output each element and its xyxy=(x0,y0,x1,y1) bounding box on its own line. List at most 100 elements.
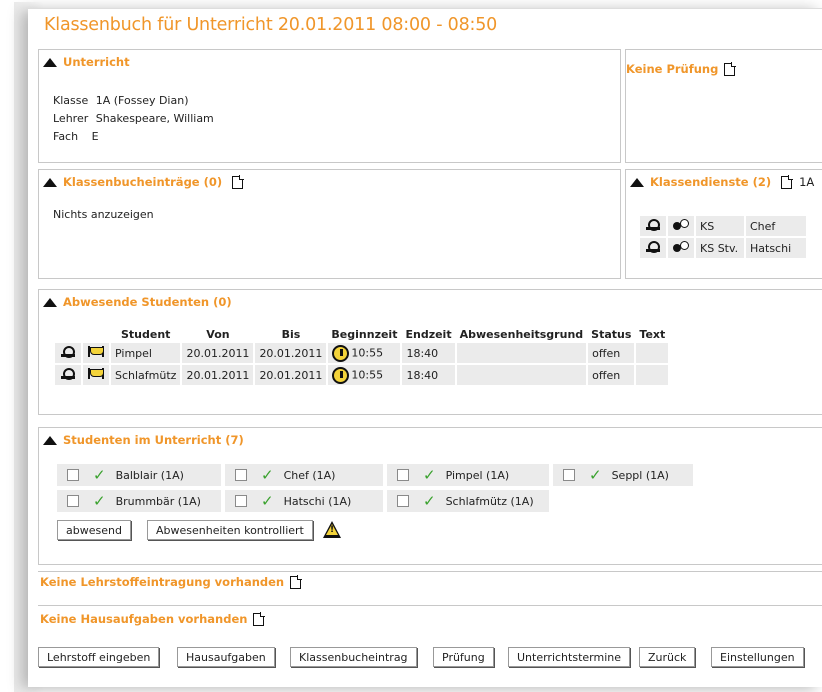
new-document-icon[interactable] xyxy=(290,575,302,589)
student-label: Brummbär (1A) xyxy=(115,494,201,508)
col-bis: Bis xyxy=(281,328,301,341)
fach-row: Fach E xyxy=(53,130,99,143)
col-beginnzeit: Beginnzeit xyxy=(331,328,398,341)
flag-cell[interactable] xyxy=(83,365,109,385)
hausaufgaben-button[interactable]: Hausaufgaben xyxy=(177,647,275,667)
pruefung-header: Keine Prüfung xyxy=(626,62,736,76)
student-label: Balblair (1A) xyxy=(115,468,184,482)
view-cell[interactable] xyxy=(640,238,666,258)
end-time: 18:40 xyxy=(402,365,455,385)
check-icon: ✓ xyxy=(589,466,602,484)
end-time: 18:40 xyxy=(402,343,455,363)
view-cell[interactable] xyxy=(55,343,81,363)
check-icon: ✓ xyxy=(93,492,106,510)
klassendienste-header[interactable]: Klassendienste (2) 1A xyxy=(630,175,814,189)
student-checkbox[interactable] xyxy=(67,469,79,481)
fach-label: Fach xyxy=(53,130,79,143)
new-document-icon[interactable] xyxy=(781,175,793,189)
student-label: Chef (1A) xyxy=(283,468,336,482)
student-checkbox-item[interactable]: ✓ Brummbär (1A) xyxy=(57,490,221,512)
dienst-code: KS Stv. xyxy=(696,238,744,258)
view-cell[interactable] xyxy=(55,365,81,385)
view-icon[interactable] xyxy=(61,345,75,358)
collapse-triangle-icon[interactable] xyxy=(630,177,644,187)
klassenbucheintraege-heading: Klassenbucheinträge (0) xyxy=(63,175,223,189)
einstellungen-button[interactable]: Einstellungen xyxy=(711,647,804,667)
text xyxy=(636,343,669,363)
student-checkbox[interactable] xyxy=(235,495,247,507)
view-icon[interactable] xyxy=(61,367,75,380)
clock-icon xyxy=(332,366,350,384)
abwesende-table: Student Von Bis Beginnzeit Endzeit Abwes… xyxy=(53,326,670,387)
key-cell xyxy=(668,238,694,258)
student-checkbox[interactable] xyxy=(397,495,409,507)
student-label: Pimpel (1A) xyxy=(445,468,510,482)
abwesenheiten-kontrolliert-button[interactable]: Abwesenheiten kontrolliert xyxy=(147,520,313,540)
check-icon: ✓ xyxy=(261,466,274,484)
check-icon: ✓ xyxy=(423,492,436,510)
pruefung-heading: Keine Prüfung xyxy=(626,62,719,76)
student-checkbox-item[interactable]: ✓ Schlafmütz (1A) xyxy=(387,490,549,512)
flag-icon[interactable] xyxy=(88,346,104,357)
abwesende-header[interactable]: Abwesende Studenten (0) xyxy=(43,295,232,309)
studenten-header[interactable]: Studenten im Unterricht (7) xyxy=(43,433,244,447)
beginn-time: 10:55 xyxy=(351,368,384,381)
abwesende-panel: Abwesende Studenten (0) Student Von Bis … xyxy=(38,289,822,415)
klassenbucheintraege-header[interactable]: Klassenbucheinträge (0) xyxy=(43,175,244,189)
student-checkbox-item[interactable]: ✓ Chef (1A) xyxy=(225,464,383,486)
studenten-heading: Studenten im Unterricht (7) xyxy=(63,433,244,447)
clock-icon xyxy=(332,344,350,362)
new-document-icon[interactable] xyxy=(253,612,265,626)
student-checkbox-item[interactable]: ✓ Seppl (1A) xyxy=(553,464,693,486)
fach-value: E xyxy=(91,130,99,143)
unterricht-header[interactable]: Unterricht xyxy=(43,55,130,69)
dienst-role: Hatschi xyxy=(746,238,806,258)
zurueck-button[interactable]: Zurück xyxy=(639,647,696,667)
unterricht-heading: Unterricht xyxy=(63,55,130,69)
text xyxy=(636,365,669,385)
dienst-code: KS xyxy=(696,216,744,236)
hausaufgaben-text: Keine Hausaufgaben vorhanden xyxy=(40,612,248,626)
lehrer-value: Shakespeare, William xyxy=(95,112,214,125)
collapse-triangle-icon[interactable] xyxy=(43,57,57,67)
warning-icon xyxy=(323,521,341,538)
student-checkbox-item[interactable]: ✓ Balblair (1A) xyxy=(57,464,221,486)
student-checkbox-item[interactable]: ✓ Pimpel (1A) xyxy=(387,464,549,486)
col-von: Von xyxy=(206,328,230,341)
lehrer-label: Lehrer xyxy=(53,112,89,125)
col-student: Student xyxy=(121,328,171,341)
page-title: Klassenbuch für Unterricht 20.01.2011 08… xyxy=(44,15,498,35)
klasse-value: 1A (Fossey Dian) xyxy=(95,94,189,107)
student-name: Pimpel xyxy=(111,343,181,363)
abwesend-button[interactable]: abwesend xyxy=(57,520,131,540)
abwesende-heading: Abwesende Studenten (0) xyxy=(63,295,232,309)
col-endzeit: Endzeit xyxy=(405,328,452,341)
unterrichtstermine-button[interactable]: Unterrichtstermine xyxy=(508,647,630,667)
student-checkbox[interactable] xyxy=(67,495,79,507)
view-icon[interactable] xyxy=(646,218,660,231)
klassenbucheintraege-panel: Klassenbucheinträge (0) Nichts anzuzeige… xyxy=(38,169,621,279)
student-checkbox[interactable] xyxy=(397,469,409,481)
lehrstoff-eingeben-button[interactable]: Lehrstoff eingeben xyxy=(38,647,160,667)
view-icon[interactable] xyxy=(646,240,660,253)
key-cell xyxy=(668,216,694,236)
pruefung-button[interactable]: Prüfung xyxy=(433,647,494,667)
bis-date: 20.01.2011 xyxy=(255,365,327,385)
view-cell[interactable] xyxy=(640,216,666,236)
collapse-triangle-icon[interactable] xyxy=(43,297,57,307)
klassenbucheintrag-button[interactable]: Klassenbucheintrag xyxy=(290,647,417,667)
unterricht-panel: Unterricht Klasse 1A (Fossey Dian) Lehre… xyxy=(38,49,621,163)
collapse-triangle-icon[interactable] xyxy=(43,177,57,187)
student-checkbox-item[interactable]: ✓ Hatschi (1A) xyxy=(225,490,383,512)
collapse-triangle-icon[interactable] xyxy=(43,435,57,445)
new-document-icon[interactable] xyxy=(232,175,244,189)
flag-icon[interactable] xyxy=(88,368,104,379)
new-document-icon[interactable] xyxy=(724,62,736,76)
student-checkbox[interactable] xyxy=(563,469,575,481)
divider xyxy=(38,605,822,606)
key-2-icon xyxy=(673,240,689,253)
flag-cell[interactable] xyxy=(83,343,109,363)
table-header-row: Student Von Bis Beginnzeit Endzeit Abwes… xyxy=(55,328,668,341)
student-checkbox[interactable] xyxy=(235,469,247,481)
klassendienste-table: KS Chef KS Stv. Hatschi xyxy=(638,214,808,260)
